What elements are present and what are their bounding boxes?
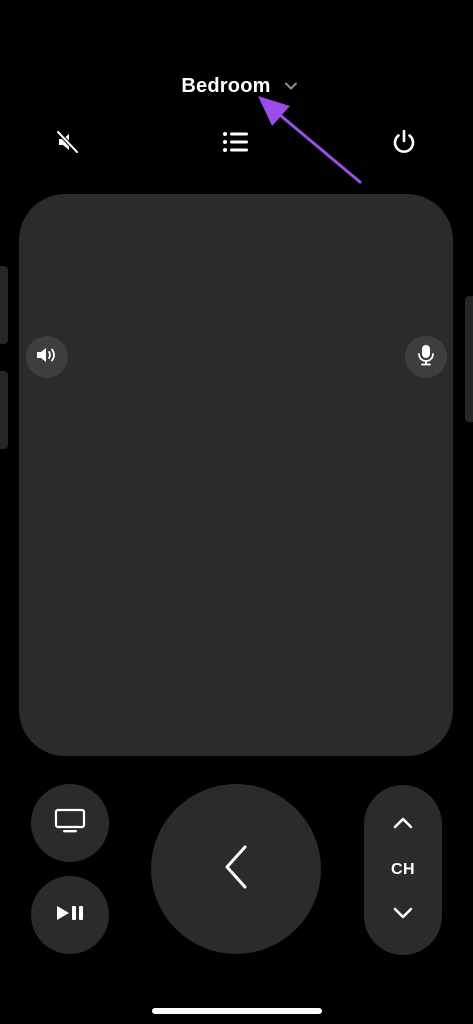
annotation-arrow — [258, 96, 362, 184]
tv-icon — [54, 808, 86, 839]
power-button[interactable] — [382, 122, 426, 166]
play-pause-button[interactable] — [31, 876, 109, 954]
home-indicator[interactable] — [152, 1008, 322, 1014]
channel-down-button[interactable] — [364, 885, 442, 945]
chevron-down-icon — [392, 906, 414, 925]
tv-button[interactable] — [31, 784, 109, 862]
channel-label: CH — [390, 861, 416, 878]
side-edge-left-lower — [0, 371, 8, 449]
power-icon — [390, 128, 418, 161]
microphone-icon — [416, 343, 436, 372]
side-edge-right — [465, 296, 473, 422]
play-pause-icon — [55, 904, 85, 927]
device-name: Bedroom — [181, 74, 271, 97]
list-icon — [222, 130, 250, 159]
mute-button[interactable] — [46, 122, 90, 166]
back-button[interactable] — [151, 784, 321, 954]
chevron-left-icon — [221, 843, 251, 896]
channel-up-button[interactable] — [364, 795, 442, 855]
list-button[interactable] — [214, 122, 258, 166]
touch-surface[interactable] — [19, 194, 453, 756]
chevron-down-icon — [283, 78, 299, 94]
speaker-muted-icon — [54, 128, 82, 161]
side-edge-left-upper — [0, 266, 8, 344]
speaker-volume-icon — [35, 345, 59, 370]
siri-mic-button[interactable] — [405, 336, 447, 378]
volume-button[interactable] — [26, 336, 68, 378]
device-selector[interactable]: Bedroom — [170, 66, 310, 106]
channel-rocker: CH — [364, 785, 442, 955]
chevron-up-icon — [392, 816, 414, 835]
